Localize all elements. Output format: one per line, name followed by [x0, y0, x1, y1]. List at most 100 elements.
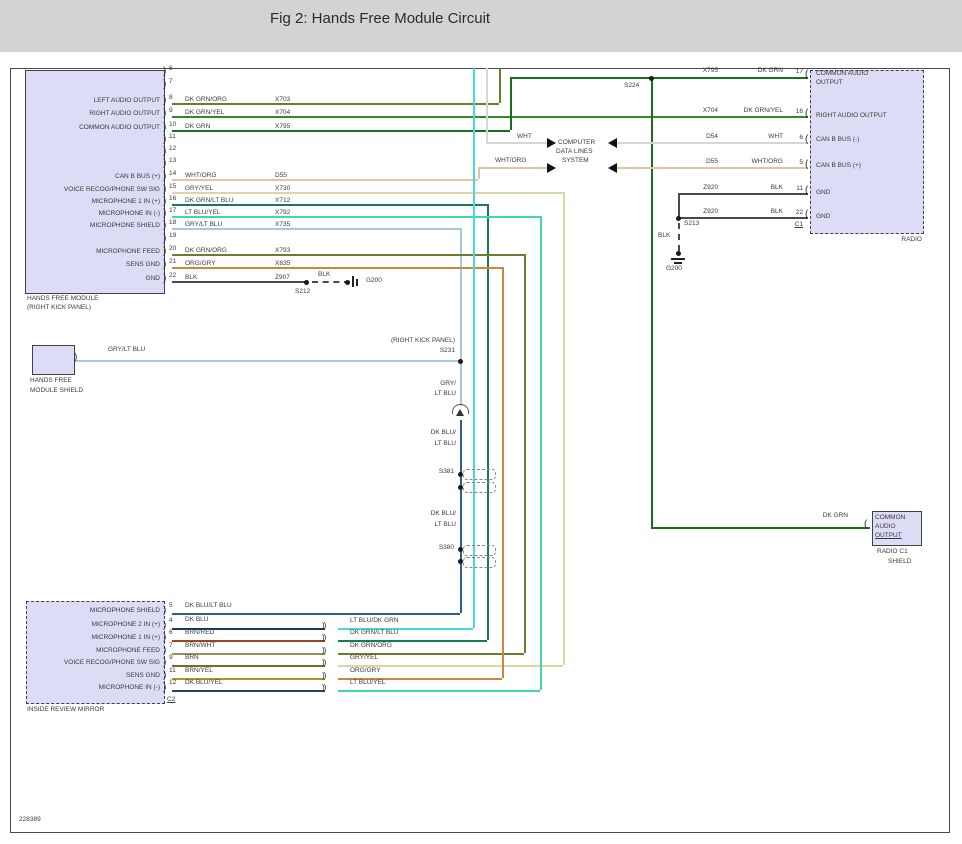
wire-label: S213 — [684, 220, 699, 227]
wire-wht — [617, 142, 808, 144]
wire-label: MICROPHONE 1 IN (+) — [92, 634, 160, 641]
wire-label: BLK — [318, 271, 330, 278]
wire-label: DK GRN/LT BLU — [185, 197, 234, 204]
wire-label: MICROPHONE 1 IN (+) — [92, 198, 160, 205]
wire-label: X735 — [275, 221, 290, 228]
wire-wht — [486, 142, 547, 144]
wire-label: MICROPHONE SHIELD — [90, 607, 160, 614]
wire-label: GRY/ — [440, 380, 456, 387]
flow-arrow — [547, 138, 556, 148]
splice-dot-s231 — [458, 359, 463, 364]
wire-label: WHT — [768, 133, 783, 140]
wire-label: BLK — [771, 208, 783, 215]
wire-label: DK GRN/YEL — [744, 107, 783, 114]
wire-label: S381 — [439, 468, 454, 475]
pin-number: 7 — [169, 642, 173, 649]
wire-label: DATA LINES — [556, 148, 593, 155]
wire-label: COMPUTER — [558, 139, 595, 146]
pin-arc: ) — [163, 274, 166, 284]
wire-label: C1 — [795, 221, 803, 228]
wire-label: 16 — [796, 108, 803, 115]
pin-number: 21 — [169, 258, 176, 265]
pin-number: 10 — [169, 121, 176, 128]
pin-arc: ) — [163, 646, 166, 656]
wire-label: DK GRN/ORG — [185, 96, 227, 103]
wire-label: WHT/ORG — [495, 157, 526, 164]
pin-arc: ) — [163, 658, 166, 668]
pin-arc: ) — [163, 197, 166, 207]
wire-label: RADIO — [901, 236, 922, 243]
pin-arc: ( — [805, 109, 808, 119]
pin-number: 12 — [169, 679, 176, 686]
wire-label: GND — [816, 189, 830, 196]
pin-arc: ) — [163, 234, 166, 244]
pin-arc: ) — [74, 353, 77, 363]
wire-label: COMMON AUDIO OUTPUT — [79, 124, 160, 131]
wire-label: (RIGHT KICK PANEL) — [391, 337, 455, 344]
pin-arc: ( — [864, 520, 867, 530]
wire-label: GRY/LT BLU — [185, 221, 222, 228]
pin-arc: ) — [163, 633, 166, 643]
pin-arc: ) — [163, 123, 166, 133]
wire-label: 22 — [796, 209, 803, 216]
wire-label: MICROPHONE FEED — [96, 248, 160, 255]
inline-connector: )) — [322, 647, 325, 655]
wire-label: D55 — [275, 172, 287, 179]
wire-gry-lt-blu — [76, 360, 460, 362]
wire-label: S224 — [624, 82, 639, 89]
wire-label: AUDIO — [875, 523, 896, 530]
wire-label: X792 — [275, 209, 290, 216]
wire-label: SENS GND — [126, 261, 160, 268]
wire-label: SYSTEM — [562, 157, 589, 164]
pin-number: 17 — [169, 207, 176, 214]
wire-label: X793 — [275, 247, 290, 254]
wire-blk — [678, 193, 808, 195]
flow-arrow — [608, 138, 617, 148]
wire-label: OUTPUT — [816, 79, 843, 86]
pin-number: 9 — [169, 107, 173, 114]
wire-label: DK GRN — [185, 123, 210, 130]
wire-label: G200 — [666, 265, 682, 272]
pin-arc: ) — [163, 96, 166, 106]
pin-arc: ) — [163, 147, 166, 157]
wire-label: X704 — [275, 109, 290, 116]
pin-arc: ) — [163, 606, 166, 616]
wire-label: 5 — [799, 159, 803, 166]
pin-number: 5 — [169, 602, 173, 609]
wire-label: GND — [816, 213, 830, 220]
wire-label: DK GRN/ORG — [350, 642, 392, 649]
wire-label: RIGHT AUDIO OUTPUT — [816, 112, 887, 119]
wire-label: VOICE RECOG/PHONE SW SIG — [64, 186, 160, 193]
figure-code: 228389 — [19, 816, 41, 823]
pin-arc: ( — [805, 160, 808, 170]
inline-connector: )) — [322, 684, 325, 692]
wire-label: GRY/LT BLU — [108, 346, 145, 353]
radio-block — [810, 70, 924, 234]
pin-number: 16 — [169, 195, 176, 202]
wire-label: 11 — [796, 185, 803, 192]
wire-blk — [678, 193, 680, 217]
wire-label: WHT/ORG — [185, 172, 216, 179]
figure-title: Fig 2: Hands Free Module Circuit — [270, 10, 490, 27]
wire-label: WHT/ORG — [752, 158, 783, 165]
wire-label: BRN/YEL — [185, 667, 213, 674]
wire-label: GND — [146, 275, 160, 282]
pin-arc: ( — [805, 210, 808, 220]
wire-label: DK GRN/YEL — [185, 109, 224, 116]
ground-symbol-bar — [356, 279, 358, 286]
pin-arc: ( — [805, 135, 808, 145]
pin-arc: ) — [163, 159, 166, 169]
wire-label: X704 — [703, 107, 718, 114]
pin-number: 13 — [169, 157, 176, 164]
wire-label: D55 — [706, 158, 718, 165]
wire-label: DK GRN/LT BLU — [350, 629, 399, 636]
wire-blk — [678, 223, 680, 251]
pin-number: 14 — [169, 170, 176, 177]
wire-label: HANDS FREE — [30, 377, 72, 384]
wire-label: SHIELD — [888, 558, 911, 565]
wire-label: 6 — [799, 134, 803, 141]
wire-dk-grn-org — [499, 68, 501, 103]
wire-label: BRN/WHT — [185, 642, 215, 649]
wire-label: DK GRN — [758, 67, 783, 74]
wire-dk-grn-yel — [172, 116, 808, 118]
